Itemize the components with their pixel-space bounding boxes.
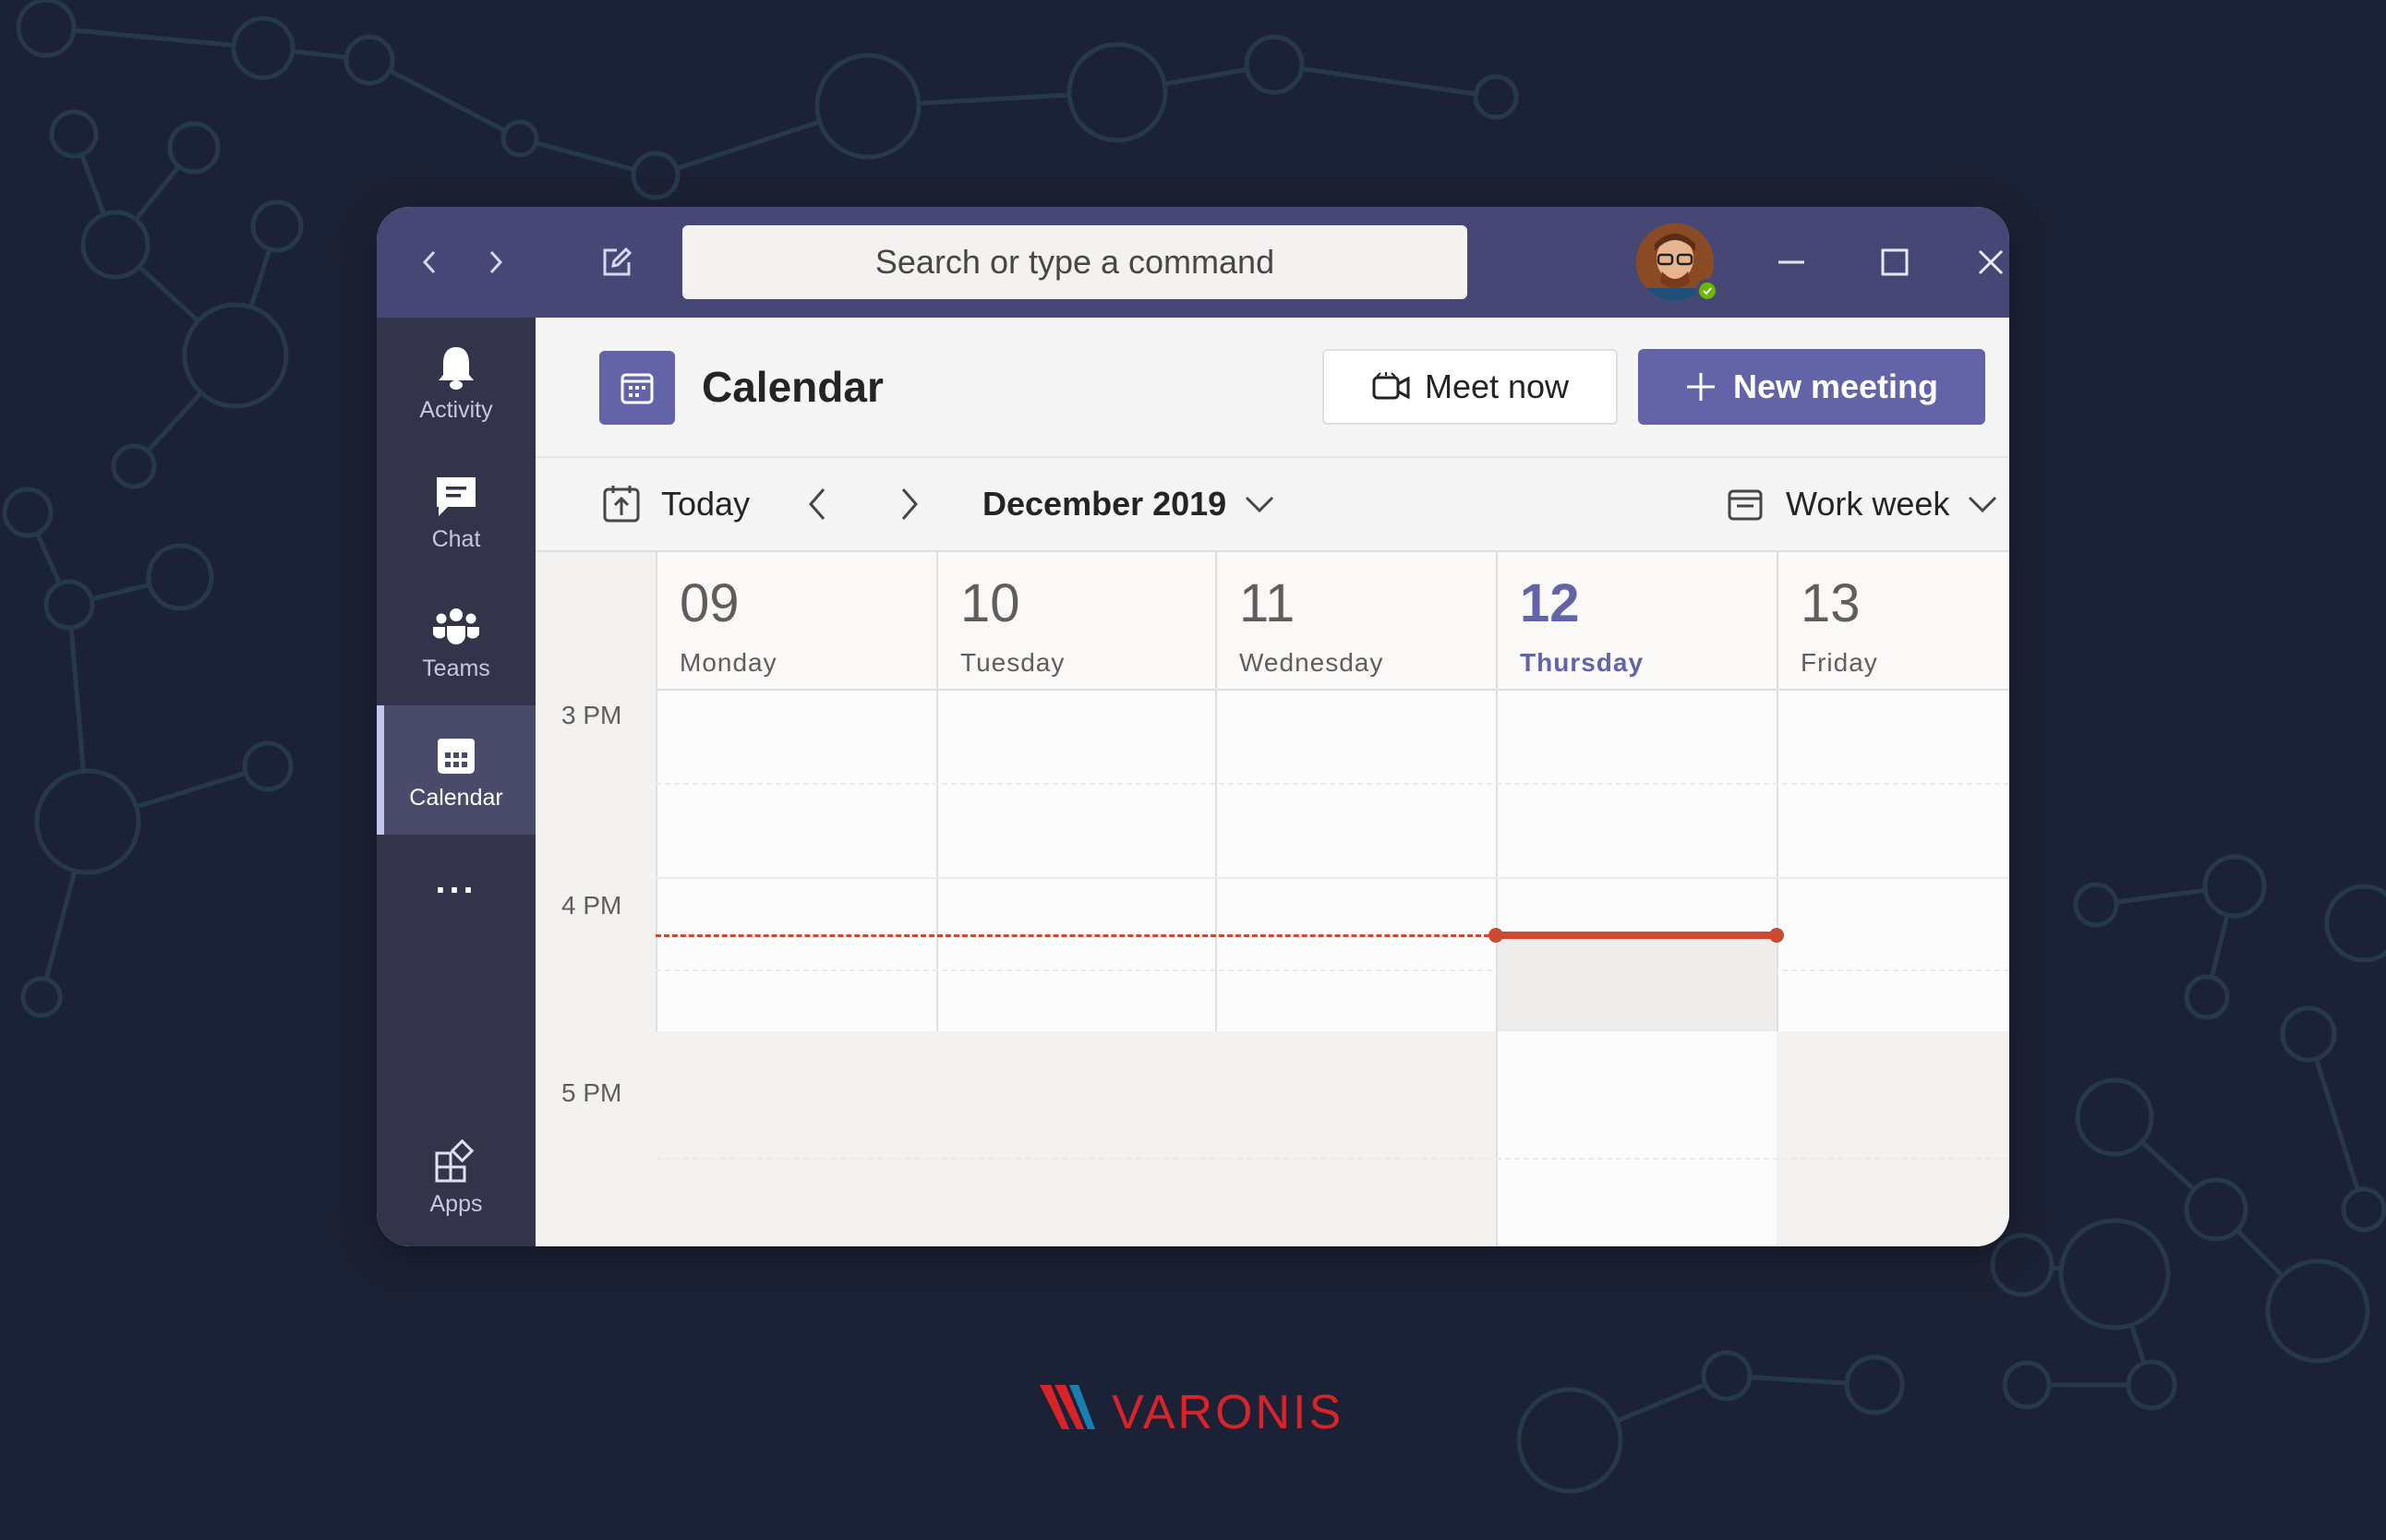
forward-button[interactable] (471, 238, 519, 286)
day-name: Tuesday (960, 648, 1066, 677)
half-hour-line (656, 969, 2009, 971)
day-number: 13 (1801, 573, 1861, 633)
chat-icon (430, 471, 482, 523)
status-available-badge (1695, 279, 1719, 303)
close-button[interactable] (1967, 238, 2009, 286)
varonis-logo: VARONIS (1038, 1381, 1352, 1440)
page-title: Calendar (702, 363, 884, 411)
bell-icon (430, 342, 482, 393)
maximize-button[interactable] (1871, 238, 1919, 286)
calendar-icon (430, 729, 482, 781)
half-hour-line (656, 783, 2009, 785)
back-button[interactable] (406, 238, 454, 286)
apps-icon (430, 1136, 482, 1187)
rail-item-label: Chat (431, 525, 481, 552)
rail-item-label: Calendar (409, 784, 503, 811)
rail-item-activity[interactable]: Activity (377, 318, 536, 447)
today-after-hours (1498, 1031, 1777, 1246)
hour-line (656, 877, 2009, 879)
day-header[interactable]: 11 Wednesday (1215, 552, 1496, 691)
chevron-left-icon (809, 488, 825, 520)
teams-icon (430, 600, 482, 652)
compose-icon (603, 247, 633, 276)
rail-item-label: Apps (429, 1190, 483, 1217)
current-slot-highlight (1498, 939, 1777, 1031)
app-rail: Activity Chat Teams Calendar ... Apps (377, 318, 536, 1246)
day-name: Thursday (1520, 648, 1645, 677)
day-name: Friday (1801, 648, 1878, 677)
calendar-toolbar: Today December 2019 Work week (536, 458, 2009, 552)
rail-item-apps[interactable]: Apps (377, 1112, 536, 1241)
chevron-down-icon (1246, 496, 1274, 513)
half-hour-line (656, 1158, 2009, 1160)
minimize-icon (1778, 260, 1804, 264)
next-week-button[interactable] (896, 458, 923, 550)
logo-text: VARONIS (1112, 1386, 1344, 1439)
day-number: 09 (680, 573, 740, 633)
day-name: Monday (680, 648, 777, 677)
month-picker[interactable]: December 2019 (982, 458, 1276, 550)
today-button[interactable]: Today (602, 458, 750, 550)
rail-item-teams[interactable]: Teams (377, 576, 536, 705)
close-icon (1978, 249, 2004, 275)
varonis-mark-icon (1040, 1385, 1095, 1429)
current-time-line (656, 934, 1498, 937)
month-label: December 2019 (982, 485, 1227, 523)
meet-now-label: Meet now (1424, 367, 1570, 405)
rail-item-calendar[interactable]: Calendar (377, 705, 536, 835)
previous-week-button[interactable] (803, 458, 831, 550)
title-bar: Search or type a command (377, 207, 2009, 318)
after-hours-shading (656, 1031, 1496, 1246)
time-gutter: 3 PM 4 PM 5 PM (536, 552, 656, 1246)
view-label: Work week (1786, 485, 1950, 523)
maximize-icon (1881, 248, 1909, 276)
chevron-right-icon (901, 488, 918, 520)
day-header[interactable]: 09 Monday (656, 552, 936, 691)
more-apps-button[interactable]: ... (377, 835, 536, 927)
day-number: 11 (1239, 573, 1295, 633)
current-time-indicator (1498, 932, 1777, 939)
chevron-left-icon (422, 250, 436, 274)
after-hours-shading (1777, 1031, 2009, 1246)
calendar-header: Calendar Meet now New meeting (536, 318, 2009, 458)
today-label: Today (661, 485, 751, 523)
day-number: 12 (1520, 573, 1580, 633)
new-meeting-button[interactable]: New meeting (1638, 349, 1985, 425)
search-placeholder: Search or type a command (874, 243, 1275, 281)
current-time-dot (1769, 928, 1784, 943)
day-header-today[interactable]: 12 Thursday (1496, 552, 1777, 691)
meet-now-button[interactable]: Meet now (1322, 349, 1618, 425)
day-name: Wednesday (1239, 648, 1384, 677)
video-camera-icon (1372, 372, 1410, 400)
check-icon (1703, 287, 1712, 295)
day-header[interactable]: 13 Friday (1777, 552, 2009, 691)
rail-item-chat[interactable]: Chat (377, 447, 536, 576)
search-input[interactable]: Search or type a command (682, 225, 1467, 299)
calendar-app-icon (599, 351, 675, 425)
time-label: 4 PM (561, 891, 622, 920)
compose-button[interactable] (593, 238, 641, 286)
calendar-view-icon (1728, 489, 1763, 521)
time-label: 3 PM (561, 701, 622, 729)
calendar-today-icon (603, 486, 640, 523)
new-meeting-label: New meeting (1732, 367, 1939, 405)
rail-item-label: Activity (419, 396, 493, 423)
week-grid: 3 PM 4 PM 5 PM 09 Monday 10 Tuesday 11 W… (536, 552, 2009, 1246)
view-picker[interactable]: Work week (1727, 458, 1999, 550)
more-icon: ... (435, 860, 477, 901)
teams-window: Search or type a command Activity Chat T… (377, 207, 2009, 1246)
avatar[interactable] (1636, 223, 1719, 303)
chevron-right-icon (489, 250, 503, 274)
minimize-button[interactable] (1767, 238, 1815, 286)
day-header[interactable]: 10 Tuesday (936, 552, 1215, 691)
calendar-main: Calendar Meet now New meeting Today Dece… (536, 318, 2009, 1246)
rail-item-label: Teams (422, 655, 490, 681)
day-number: 10 (960, 573, 1020, 633)
chevron-down-icon (1969, 496, 1997, 513)
time-label: 5 PM (561, 1078, 622, 1107)
plus-icon (1686, 373, 1715, 401)
current-time-dot (1488, 928, 1503, 943)
